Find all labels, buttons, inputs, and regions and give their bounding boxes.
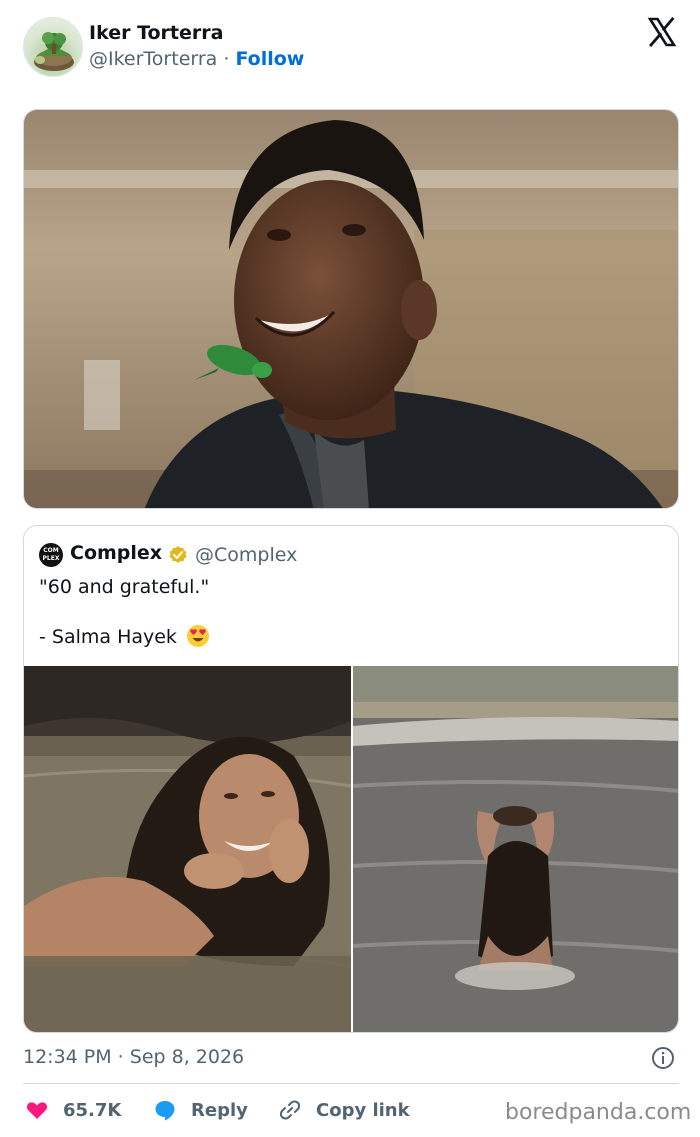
tweet-card: Iker Torterra @IkerTorterra · Follow COM… [0,0,700,1137]
quoted-photo-right[interactable] [353,666,678,1032]
quoted-author-name[interactable]: Complex [70,542,162,564]
complex-logo[interactable]: COM PLEX [39,543,63,567]
reply-button[interactable]: Reply [153,1097,248,1123]
info-icon[interactable] [651,1046,675,1070]
verified-gold-badge-icon [169,546,187,563]
quoted-tweet[interactable]: COM PLEX Complex @Complex "60 and gratef… [23,525,679,1033]
copy-link-label: Copy link [316,1099,410,1121]
separator-dot: · [223,48,230,70]
quoted-photo-left[interactable] [24,666,351,1032]
torterra-avatar-icon [34,32,74,71]
author-handle-line: @IkerTorterra · Follow [89,48,304,70]
author-handle[interactable]: @IkerTorterra [89,48,217,70]
follow-button[interactable]: Follow [235,48,304,70]
watermark: boredpanda.com [505,1100,692,1125]
author-avatar[interactable] [23,17,83,77]
x-logo-icon[interactable] [647,17,677,47]
author-name[interactable]: Iker Torterra [89,22,223,44]
divider [23,1083,679,1084]
copy-link-button[interactable]: Copy link [278,1097,410,1123]
like-button[interactable]: 65.7K [25,1097,121,1123]
tweet-timestamp[interactable]: 12:34 PM · Sep 8, 2026 [23,1046,244,1068]
quoted-text-line1: "60 and grateful." [39,576,210,598]
quoted-author-handle[interactable]: @Complex [195,544,297,566]
link-icon [279,1100,301,1120]
heart-eyes-emoji-icon [187,625,209,647]
main-photo[interactable] [23,109,679,509]
quoted-text-line2: - Salma Hayek [39,626,177,648]
reply-bubble-icon [155,1101,175,1121]
heart-icon [26,1102,48,1119]
like-count: 65.7K [63,1099,122,1121]
reply-label: Reply [191,1099,248,1121]
